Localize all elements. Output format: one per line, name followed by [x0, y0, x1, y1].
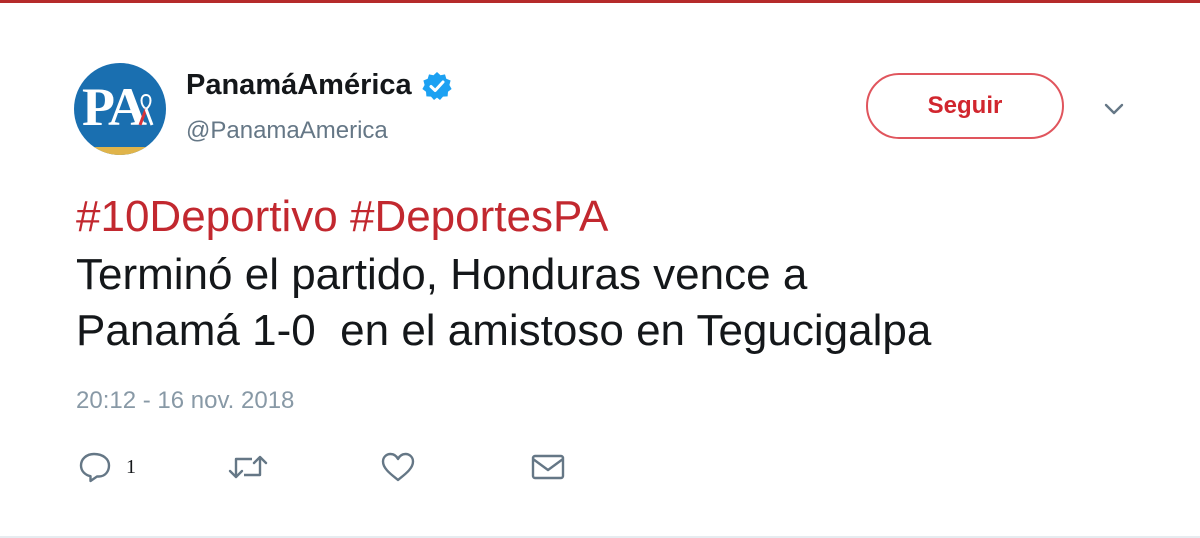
avatar-stripe — [74, 147, 166, 155]
avatar-initials: PA — [82, 77, 147, 137]
retweet-icon — [228, 455, 268, 479]
retweet-button[interactable] — [228, 449, 268, 485]
hashtag-link[interactable]: #10Deportivo — [76, 192, 338, 241]
follow-button[interactable]: Seguir — [866, 73, 1064, 139]
display-name[interactable]: PanamáAmérica — [186, 69, 412, 102]
reply-count: 1 — [126, 455, 136, 478]
reply-button[interactable]: 1 — [78, 449, 136, 485]
tweet-card: PA PanamáAmérica @PanamaAmerica Seguir #… — [0, 0, 1200, 538]
account-name-row: PanamáAmérica — [186, 69, 452, 102]
heart-icon — [381, 452, 415, 482]
envelope-icon — [531, 454, 565, 480]
ribbon-icon — [138, 93, 154, 126]
like-button[interactable] — [380, 449, 416, 485]
tweet-text: Terminó el partido, Honduras vence a Pan… — [76, 247, 1156, 359]
hashtag-link[interactable]: #DeportesPA — [350, 192, 608, 241]
tweet-text-line: Panamá 1-0 en el amistoso en Tegucigalpa — [76, 306, 932, 355]
chevron-down-icon[interactable] — [1100, 99, 1128, 119]
direct-message-button[interactable] — [530, 449, 566, 485]
reply-icon — [79, 452, 111, 483]
tweet-hashtags: #10Deportivo #DeportesPA — [76, 189, 608, 245]
avatar[interactable]: PA — [74, 63, 166, 155]
tweet-text-line: Terminó el partido, Honduras vence a — [76, 250, 808, 299]
tweet-timestamp[interactable]: 20:12 - 16 nov. 2018 — [76, 387, 294, 415]
verified-badge-icon — [422, 71, 452, 100]
account-handle[interactable]: @PanamaAmerica — [186, 117, 388, 145]
